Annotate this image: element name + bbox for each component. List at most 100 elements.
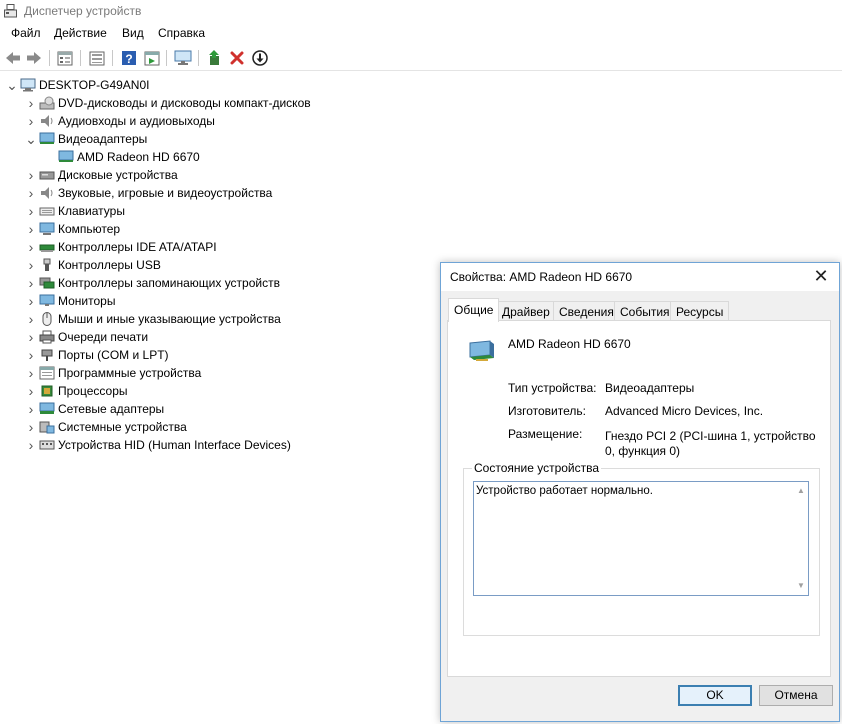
- tab-driver[interactable]: Драйвер: [496, 301, 556, 321]
- back-arrow-icon[interactable]: [3, 48, 23, 68]
- menu-view[interactable]: Вид: [120, 26, 146, 40]
- display-adapter-icon: [58, 150, 74, 164]
- tree-category[interactable]: › Порты (COM и LPT): [25, 346, 169, 364]
- tree-category[interactable]: › Устройства HID (Human Interface Devices…: [25, 436, 291, 454]
- uninstall-icon[interactable]: [227, 48, 247, 68]
- tree-category[interactable]: › Дисковые устройства: [25, 166, 178, 184]
- device-status-group: Состояние устройства Устройство работает…: [463, 461, 820, 636]
- tree-category[interactable]: › Мыши и иные указывающие устройства: [25, 310, 281, 328]
- update-driver-icon[interactable]: [205, 48, 225, 68]
- device-status-legend: Состояние устройства: [472, 461, 602, 475]
- tab-resources[interactable]: Ресурсы: [670, 301, 730, 321]
- chevron-right-icon[interactable]: ›: [25, 274, 37, 292]
- ide-controller-icon: [39, 240, 55, 254]
- cancel-button[interactable]: Отмена: [759, 685, 833, 706]
- location-label: Размещение:: [508, 427, 583, 441]
- chevron-down-icon[interactable]: ⌄: [6, 76, 18, 94]
- tree-item-label: Мыши и иные указывающие устройства: [58, 312, 281, 326]
- properties-icon[interactable]: [55, 48, 75, 68]
- menu-help[interactable]: Справка: [156, 26, 207, 40]
- chevron-right-icon[interactable]: ›: [25, 382, 37, 400]
- dialog-titlebar: Свойства: AMD Radeon HD 6670 ✕: [441, 263, 839, 291]
- scan-hardware-icon[interactable]: [173, 48, 193, 68]
- tree-root-computer[interactable]: ⌄ DESKTOP-G49AN0I: [6, 76, 149, 94]
- chevron-down-icon[interactable]: ⌄: [25, 130, 37, 148]
- tree-category[interactable]: › Компьютер: [25, 220, 120, 238]
- manufacturer-value: Advanced Micro Devices, Inc.: [605, 404, 764, 418]
- toolbar: ?: [0, 45, 842, 71]
- forward-arrow-icon[interactable]: [24, 48, 44, 68]
- close-icon[interactable]: ✕: [811, 266, 831, 286]
- scroll-up-icon[interactable]: ▲: [794, 484, 808, 498]
- storage-controller-icon: [39, 276, 55, 290]
- chevron-right-icon[interactable]: ›: [25, 346, 37, 364]
- chevron-right-icon[interactable]: ›: [25, 292, 37, 310]
- tree-category[interactable]: › Мониторы: [25, 292, 116, 310]
- tree-item-label: Мониторы: [58, 294, 116, 308]
- device-status-text: Устройство работает нормально.: [476, 485, 653, 497]
- processor-icon: [39, 384, 55, 398]
- disable-device-icon[interactable]: [250, 48, 270, 68]
- tree-item-label: DVD-дисководы и дисководы компакт-дисков: [58, 96, 311, 110]
- properties-dialog: Свойства: AMD Radeon HD 6670 ✕ Общие Дра…: [440, 262, 840, 722]
- device-name: AMD Radeon HD 6670: [508, 337, 631, 351]
- chevron-right-icon[interactable]: ›: [25, 256, 37, 274]
- tab-general[interactable]: Общие: [448, 298, 500, 322]
- tree-category[interactable]: › Звуковые, игровые и видеоустройства: [25, 184, 273, 202]
- tree-item-label: Контроллеры USB: [58, 258, 161, 272]
- chevron-right-icon[interactable]: ›: [25, 184, 37, 202]
- tab-details[interactable]: Сведения: [553, 301, 620, 321]
- tree-device-item[interactable]: AMD Radeon HD 6670: [44, 148, 200, 166]
- tree-item-label: Аудиовходы и аудиовыходы: [58, 114, 215, 128]
- chevron-right-icon[interactable]: ›: [25, 400, 37, 418]
- chevron-right-icon[interactable]: ›: [25, 238, 37, 256]
- scroll-down-icon[interactable]: ▼: [794, 579, 808, 593]
- device-status-textbox[interactable]: Устройство работает нормально. ▲ ▼: [473, 481, 809, 596]
- tree-category[interactable]: › Очереди печати: [25, 328, 148, 346]
- chevron-right-icon[interactable]: ›: [25, 166, 37, 184]
- tree-category[interactable]: › Клавиатуры: [25, 202, 125, 220]
- chevron-right-icon[interactable]: ›: [25, 436, 37, 454]
- general-tab-panel: AMD Radeon HD 6670 Тип устройства: Видео…: [447, 320, 831, 677]
- toolbar-separator: [80, 50, 81, 66]
- ok-button[interactable]: OK: [678, 685, 752, 706]
- show-hidden-icon[interactable]: [142, 48, 162, 68]
- toolbar-separator: [49, 50, 50, 66]
- tree-item-label: AMD Radeon HD 6670: [77, 150, 200, 164]
- tree-item-label: Клавиатуры: [58, 204, 125, 218]
- usb-icon: [39, 258, 55, 272]
- tab-events[interactable]: События: [614, 301, 676, 321]
- tree-category[interactable]: › Аудиовходы и аудиовыходы: [25, 112, 215, 130]
- tree-category[interactable]: › DVD-дисководы и дисководы компакт-диско…: [25, 94, 311, 112]
- tree-category[interactable]: › Контроллеры IDE ATA/ATAPI: [25, 238, 217, 256]
- menu-file[interactable]: Файл: [9, 26, 43, 40]
- chevron-right-icon[interactable]: ›: [25, 328, 37, 346]
- chevron-right-icon[interactable]: ›: [25, 112, 37, 130]
- display-adapter-icon: [469, 340, 494, 361]
- view-icon[interactable]: [87, 48, 107, 68]
- tree-category[interactable]: › Системные устройства: [25, 418, 187, 436]
- chevron-right-icon[interactable]: ›: [25, 220, 37, 238]
- chevron-right-icon[interactable]: ›: [25, 418, 37, 436]
- window-titlebar: Диспетчер устройств: [0, 0, 842, 22]
- tree-item-label: Процессоры: [58, 384, 128, 398]
- tree-category[interactable]: › Сетевые адаптеры: [25, 400, 165, 418]
- tree-category[interactable]: › Контроллеры запоминающих устройств: [25, 274, 280, 292]
- toolbar-separator: [112, 50, 113, 66]
- chevron-right-icon[interactable]: ›: [25, 364, 37, 382]
- tree-item-label: Устройства HID (Human Interface Devices): [58, 438, 291, 452]
- tree-category[interactable]: › Контроллеры USB: [25, 256, 161, 274]
- menu-action[interactable]: Действие: [52, 26, 109, 40]
- tree-category[interactable]: › Программные устройства: [25, 364, 202, 382]
- tree-category[interactable]: › Процессоры: [25, 382, 128, 400]
- status-scrollbar[interactable]: ▲ ▼: [794, 482, 808, 595]
- help-icon[interactable]: ?: [119, 48, 139, 68]
- chevron-right-icon[interactable]: ›: [25, 310, 37, 328]
- device-tree: ⌄ DESKTOP-G49AN0I › DVD-дисководы и дисково…: [0, 76, 440, 476]
- chevron-right-icon[interactable]: ›: [25, 202, 37, 220]
- computer-root-icon: [20, 78, 36, 92]
- chevron-right-icon[interactable]: ›: [25, 94, 37, 112]
- dvd-drive-icon: [39, 96, 55, 110]
- toolbar-separator: [198, 50, 199, 66]
- tree-category[interactable]: ⌄ Видеоадаптеры: [25, 130, 147, 148]
